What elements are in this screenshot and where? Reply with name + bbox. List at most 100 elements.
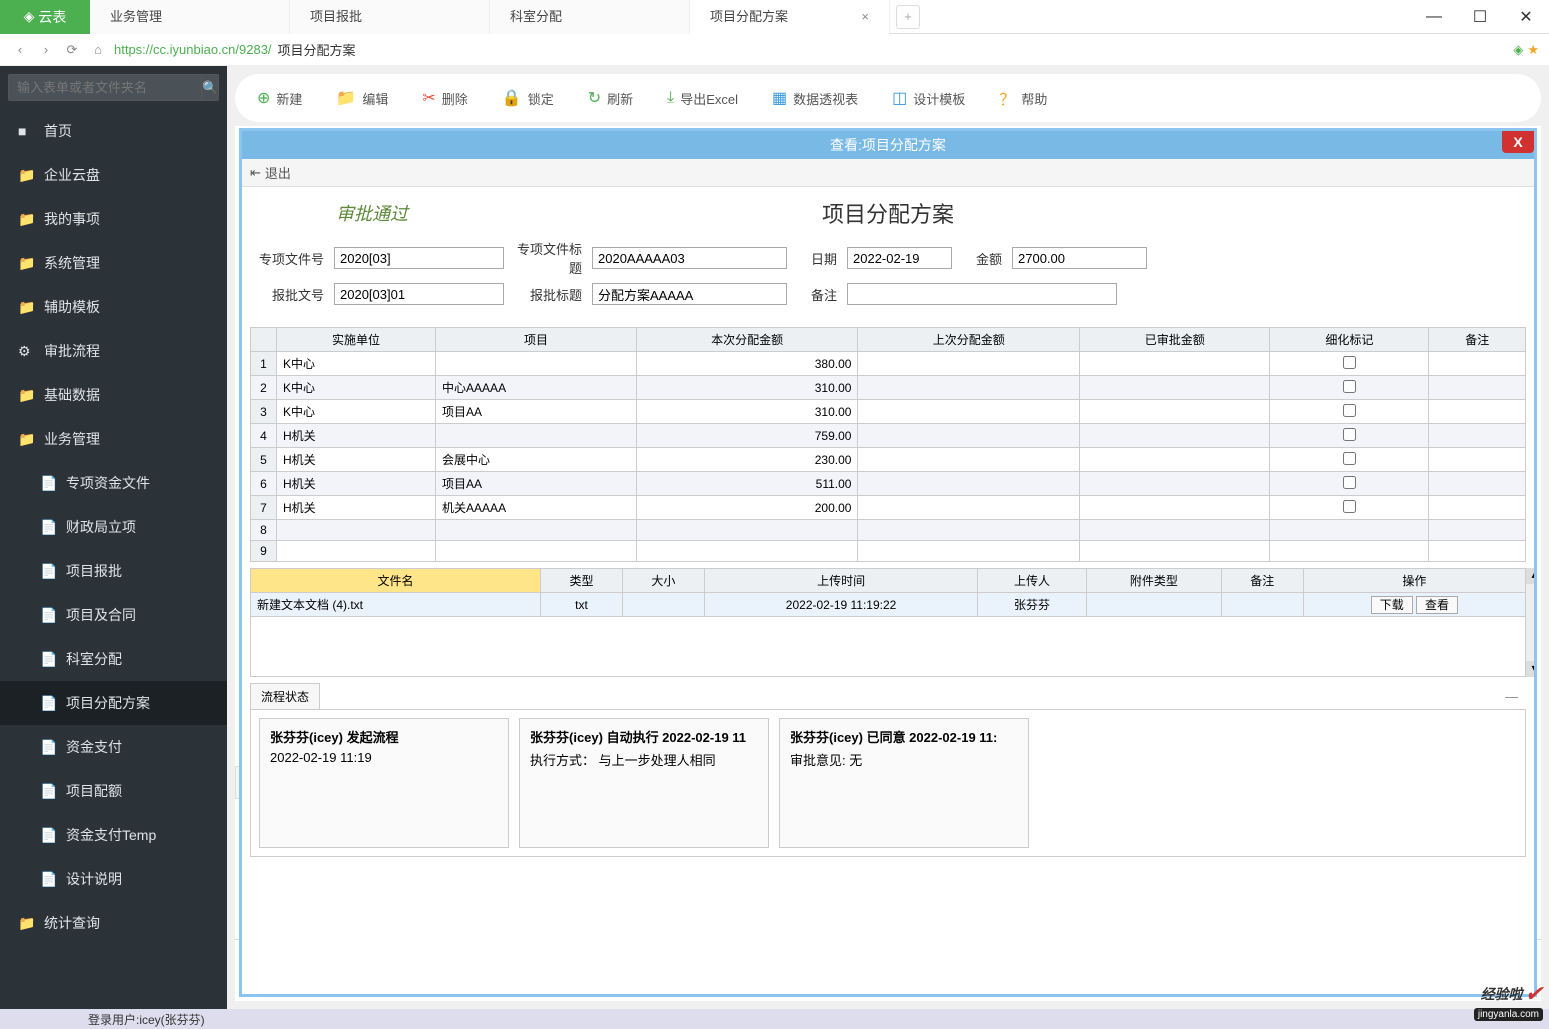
sidebar-item-4[interactable]: 📁辅助模板 xyxy=(0,285,227,329)
search-input[interactable] xyxy=(8,74,202,101)
folder-icon: 📄 xyxy=(40,475,56,492)
tab-3[interactable]: 项目分配方案× xyxy=(690,0,890,34)
table-row[interactable]: 6H机关项目AA511.00 xyxy=(251,472,1526,496)
sidebar-item-8[interactable]: 📄专项资金文件 xyxy=(0,461,227,505)
checkbox[interactable] xyxy=(1343,476,1356,489)
login-user: 登录用户:icey(张芬芬) xyxy=(88,1011,205,1027)
tab-label: 科室分配 xyxy=(510,0,562,34)
sidebar-item-2[interactable]: 📁我的事项 xyxy=(0,197,227,241)
sidebar-item-label: 财政局立项 xyxy=(66,517,136,537)
minimize-button[interactable]: — xyxy=(1411,0,1457,34)
attachment-row[interactable]: 新建文本文档 (4).txt txt 2022-02-19 11:19:22 张… xyxy=(251,593,1526,617)
card-header: 张芬芬(icey) 已同意 2022-02-19 11: xyxy=(790,727,1018,746)
address-bar: ‹ › ⟳ ⌂ https://cc.iyunbiao.cn/9283/项目分配… xyxy=(0,34,1549,66)
doc-title-field[interactable] xyxy=(592,247,787,269)
refresh-button[interactable]: ⟳ xyxy=(62,42,82,58)
sidebar-item-9[interactable]: 📄 财政局立项 xyxy=(0,505,227,549)
new-button[interactable]: ⊕新建 xyxy=(245,82,314,114)
table-row[interactable]: 4H机关759.00 xyxy=(251,424,1526,448)
tab-2[interactable]: 科室分配 xyxy=(490,0,690,34)
checkbox[interactable] xyxy=(1343,380,1356,393)
dialog-back-button[interactable]: ⇤ 退出 xyxy=(250,163,1526,182)
refresh-button[interactable]: ↻刷新 xyxy=(576,82,645,114)
date-field[interactable] xyxy=(847,247,952,269)
table-row[interactable]: 2K中心中心AAAAA310.00 xyxy=(251,376,1526,400)
table-row[interactable]: 8 xyxy=(251,520,1526,541)
dialog-titlebar: 查看:项目分配方案 X xyxy=(242,131,1534,159)
sidebar-item-16[interactable]: 📄资金支付Temp xyxy=(0,813,227,857)
sidebar-item-1[interactable]: 📁企业云盘 xyxy=(0,153,227,197)
upload-time: 2022-02-19 11:19:22 xyxy=(704,593,977,617)
checkbox[interactable] xyxy=(1343,452,1356,465)
table-row[interactable]: 9 xyxy=(251,541,1526,562)
flow-card: 张芬芬(icey) 发起流程2022-02-19 11:19 xyxy=(259,718,509,848)
tab-0[interactable]: 业务管理 xyxy=(90,0,290,34)
checkbox[interactable] xyxy=(1343,404,1356,417)
design-button[interactable]: ◫设计模板 xyxy=(880,82,977,114)
ext-icon[interactable]: ◈ xyxy=(1513,42,1523,58)
sidebar-item-18[interactable]: 📁统计查询 xyxy=(0,901,227,945)
flow-status-tab[interactable]: 流程状态 xyxy=(250,683,320,709)
tab-1[interactable]: 项目报批 xyxy=(290,0,490,34)
pivot-icon: ▦ xyxy=(772,88,787,108)
table-row[interactable]: 3K中心项目AA310.00 xyxy=(251,400,1526,424)
sidebar-item-12[interactable]: 📄科室分配 xyxy=(0,637,227,681)
table-row[interactable]: 7H机关机关AAAAA200.00 xyxy=(251,496,1526,520)
search-icon[interactable]: 🔍 xyxy=(202,74,219,101)
sidebar-item-11[interactable]: 📄项目及合同 xyxy=(0,593,227,637)
home-button[interactable]: ⌂ xyxy=(88,42,108,57)
edit-button[interactable]: 📁编辑 xyxy=(324,82,400,114)
checkbox[interactable] xyxy=(1343,428,1356,441)
pivot-button[interactable]: ▦数据透视表 xyxy=(760,82,870,114)
sidebar-item-5[interactable]: ⚙审批流程 xyxy=(0,329,227,373)
remark-label: 备注 xyxy=(797,285,837,304)
export-button[interactable]: ⤓导出Excel xyxy=(655,83,750,114)
approve-no-field[interactable] xyxy=(334,283,504,305)
help-button[interactable]: ？帮助 xyxy=(987,80,1059,116)
sidebar-item-17[interactable]: 📄设计说明 xyxy=(0,857,227,901)
scrollbar[interactable]: ▴▾ xyxy=(1526,568,1534,677)
amount-field[interactable] xyxy=(1012,247,1147,269)
sidebar-item-6[interactable]: 📁基础数据 xyxy=(0,373,227,417)
table-row[interactable]: 5H机关会展中心230.00 xyxy=(251,448,1526,472)
back-button[interactable]: ‹ xyxy=(10,42,30,57)
checkbox[interactable] xyxy=(1343,356,1356,369)
sidebar: 🔍 ■首页📁企业云盘📁我的事项📁系统管理📁辅助模板⚙审批流程📁基础数据📁业务管理… xyxy=(0,66,227,1009)
forward-button[interactable]: › xyxy=(36,42,56,57)
maximize-button[interactable]: ☐ xyxy=(1457,0,1503,34)
sidebar-item-14[interactable]: 📄资金支付 xyxy=(0,725,227,769)
allocation-grid: 实施单位项目本次分配金额上次分配金额已审批金额细化标记备注 1K中心380.00… xyxy=(250,327,1526,562)
doc-no-field[interactable] xyxy=(334,247,504,269)
folder-icon: 📁 xyxy=(18,211,34,228)
sidebar-item-3[interactable]: 📁系统管理 xyxy=(0,241,227,285)
close-icon[interactable]: × xyxy=(861,0,869,34)
dialog-close-button[interactable]: X xyxy=(1502,131,1534,153)
flow-tabs: 流程状态 — xyxy=(250,683,1526,709)
checkbox[interactable] xyxy=(1343,500,1356,513)
btn-label: 锁定 xyxy=(528,89,554,108)
folder-icon: ■ xyxy=(18,123,34,139)
minimize-icon[interactable]: — xyxy=(1497,689,1526,704)
window-tab-bar: ◈ 云表 业务管理 项目报批 科室分配 项目分配方案× + — ☐ ✕ xyxy=(0,0,1549,34)
delete-button[interactable]: ✂删除 xyxy=(410,82,479,114)
download-button[interactable]: 下载 xyxy=(1371,596,1413,614)
table-row[interactable]: 1K中心380.00 xyxy=(251,352,1526,376)
card-header: 张芬芬(icey) 发起流程 xyxy=(270,727,498,746)
close-button[interactable]: ✕ xyxy=(1503,0,1549,34)
lock-button[interactable]: 🔒锁定 xyxy=(490,82,566,114)
approve-title-field[interactable] xyxy=(592,283,787,305)
add-tab-button[interactable]: + xyxy=(896,5,920,29)
sidebar-item-10[interactable]: 📄项目报批 xyxy=(0,549,227,593)
upload-user: 张芬芬 xyxy=(978,593,1086,617)
folder-icon: 📄 xyxy=(40,651,56,668)
folder-icon: 📄 xyxy=(40,519,56,536)
sidebar-item-7[interactable]: 📁业务管理 xyxy=(0,417,227,461)
star-icon[interactable]: ★ xyxy=(1527,42,1539,58)
view-button[interactable]: 查看 xyxy=(1416,596,1458,614)
sidebar-item-13[interactable]: 📄项目分配方案 xyxy=(0,681,227,725)
remark-field[interactable] xyxy=(847,283,1117,305)
sidebar-item-0[interactable]: ■首页 xyxy=(0,109,227,153)
delete-icon: ✂ xyxy=(422,88,435,108)
sidebar-item-15[interactable]: 📄项目配额 xyxy=(0,769,227,813)
col-header: 实施单位 xyxy=(277,328,436,352)
